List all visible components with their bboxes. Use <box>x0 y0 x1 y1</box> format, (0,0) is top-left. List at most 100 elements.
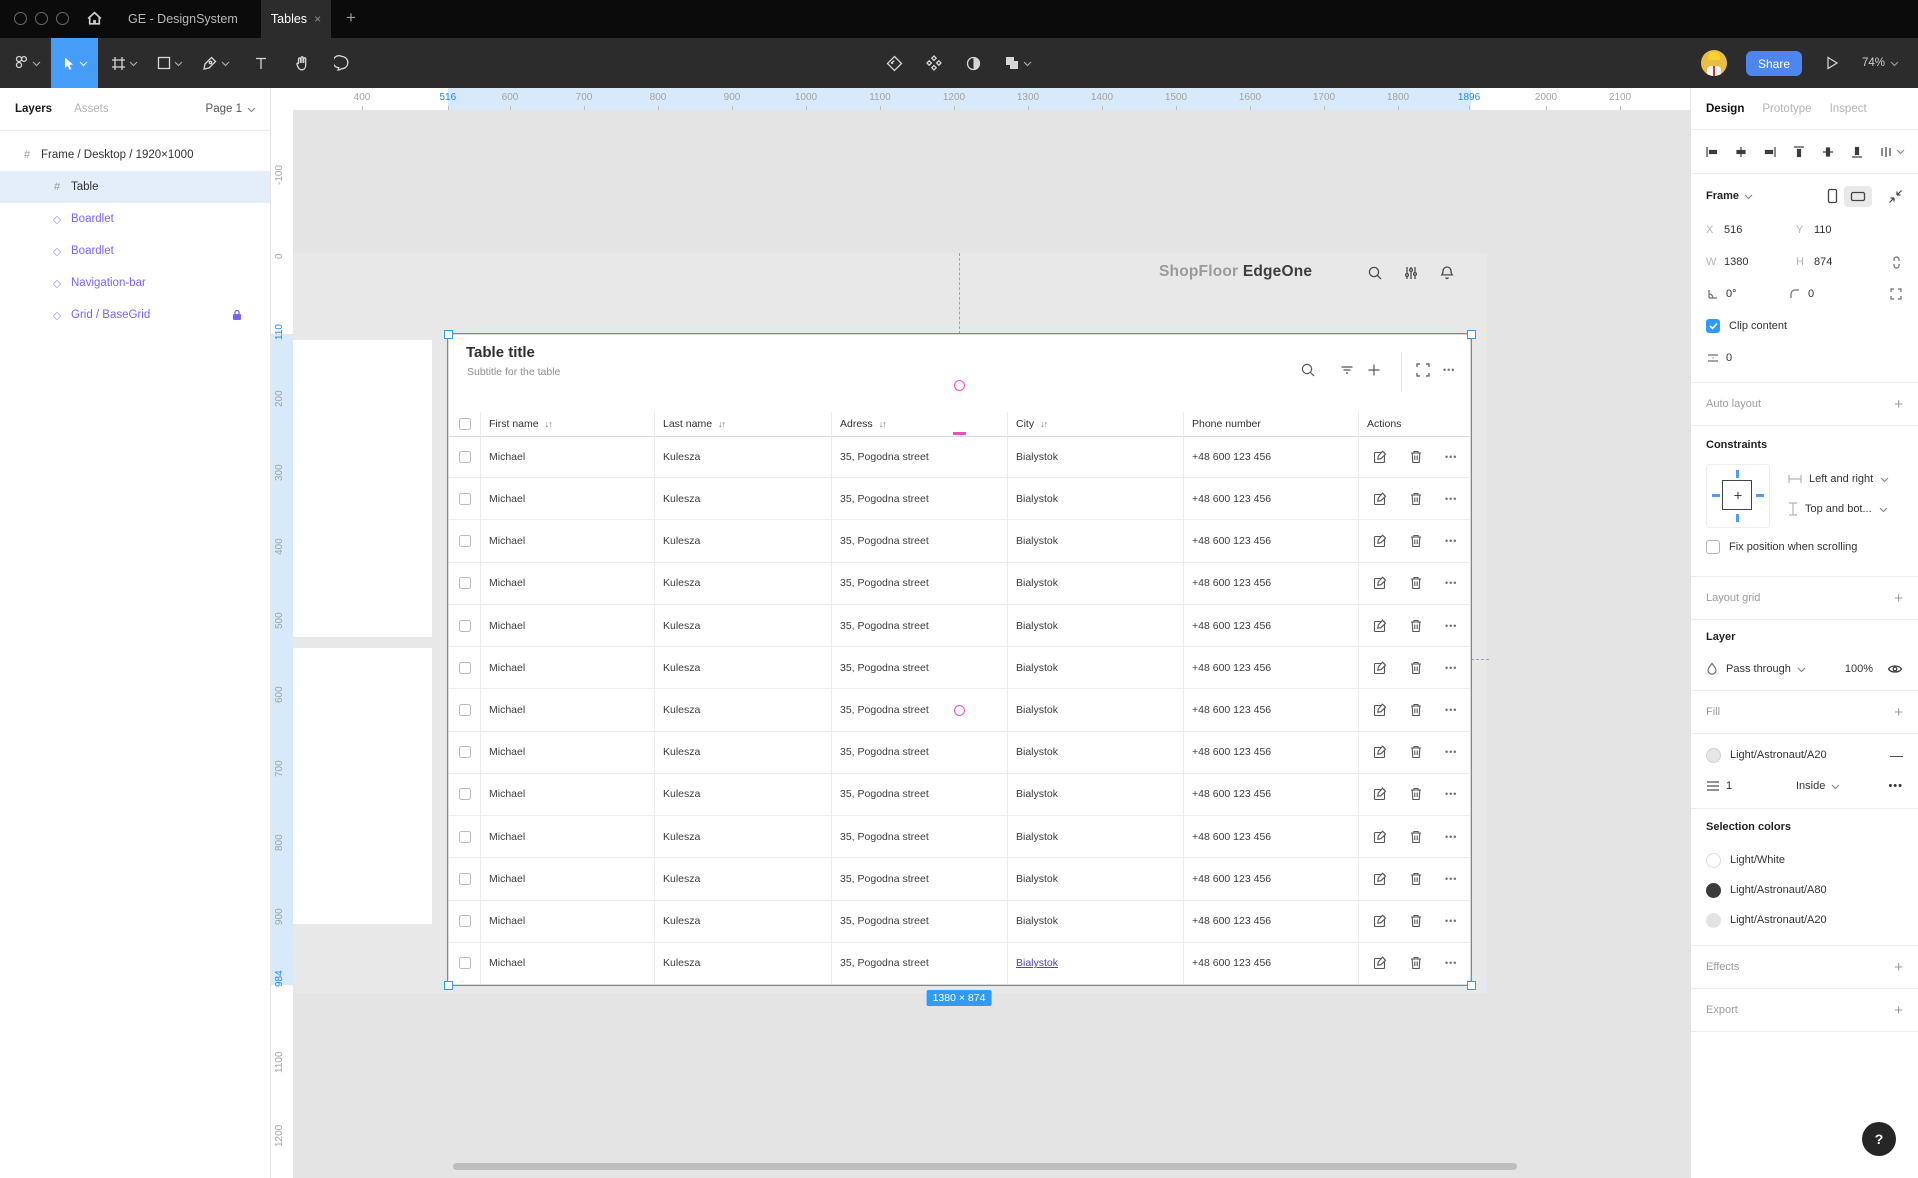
row-checkbox <box>449 901 481 942</box>
add-layout-grid-button[interactable]: + <box>1894 590 1903 607</box>
add-effect-button[interactable]: + <box>1894 959 1903 976</box>
selection-handle-top-right[interactable] <box>1467 330 1476 339</box>
opacity-input[interactable]: 100% <box>1845 663 1873 675</box>
y-input[interactable]: 110 <box>1814 224 1886 236</box>
tab-layers[interactable]: Layers <box>15 103 52 115</box>
layer-row[interactable]: # Table <box>0 171 270 203</box>
spacing-input[interactable]: 0 <box>1726 352 1798 364</box>
horizontal-ruler[interactable]: 4005166007008009001000110012001300140015… <box>271 88 1690 110</box>
tab-close-icon[interactable]: × <box>314 12 321 26</box>
share-button[interactable]: Share <box>1746 51 1802 76</box>
reset-instance-button[interactable] <box>878 38 910 88</box>
landscape-orientation-icon[interactable] <box>1844 186 1872 207</box>
window-close-button[interactable] <box>14 12 27 25</box>
fix-position-checkbox[interactable] <box>1706 540 1720 554</box>
add-export-button[interactable]: + <box>1894 1002 1903 1019</box>
stroke-width-input[interactable]: 1 <box>1726 780 1796 792</box>
figma-menu-button[interactable] <box>8 38 46 88</box>
align-bottom-icon[interactable] <box>1849 144 1865 160</box>
frame-tool-button[interactable] <box>106 38 142 88</box>
tab-assets[interactable]: Assets <box>74 103 109 115</box>
align-top-icon[interactable] <box>1791 144 1807 160</box>
new-tab-button[interactable]: + <box>338 0 364 38</box>
selection-color-row[interactable]: Light/White <box>1691 845 1918 875</box>
align-left-icon[interactable] <box>1704 144 1720 160</box>
remove-stroke-button[interactable]: — <box>1890 748 1903 763</box>
window-zoom-button[interactable] <box>56 12 69 25</box>
align-v-center-icon[interactable] <box>1820 144 1836 160</box>
corner-radius-input[interactable]: 0 <box>1808 288 1870 300</box>
add-fill-button[interactable]: + <box>1894 704 1903 721</box>
canvas[interactable]: ShopFloor EdgeOne Table title Subtitle f… <box>271 88 1690 1178</box>
page-selector[interactable]: Page 1 <box>206 103 256 115</box>
constraints-widget[interactable]: + <box>1706 464 1770 528</box>
horizontal-constraint-dropdown[interactable]: Left and right <box>1788 464 1889 494</box>
tab-design[interactable]: Design <box>1706 103 1744 115</box>
vertical-constraint-dropdown[interactable]: Top and bot... <box>1788 494 1889 524</box>
row-more-icon: ••• <box>1445 705 1457 715</box>
lock-icon[interactable] <box>232 309 242 321</box>
constrain-proportions-icon[interactable] <box>1890 255 1903 270</box>
frame-type-dropdown[interactable]: Frame <box>1706 190 1739 202</box>
selection-handle-bottom-left[interactable] <box>444 981 453 990</box>
tab-inspect[interactable]: Inspect <box>1830 103 1867 115</box>
boardlet-frame[interactable] <box>293 340 432 637</box>
portrait-orientation-icon[interactable] <box>1827 188 1838 204</box>
layer-row[interactable]: ◇ Grid / BaseGrid <box>0 299 270 331</box>
comment-tool-button[interactable] <box>326 38 358 88</box>
window-minimize-button[interactable] <box>35 12 48 25</box>
layer-row[interactable]: # Frame / Desktop / 1920×1000 <box>0 139 270 171</box>
avatar[interactable] <box>1701 50 1727 76</box>
align-h-center-icon[interactable] <box>1733 144 1749 160</box>
width-input[interactable]: 1380 <box>1724 256 1796 268</box>
stroke-color-name[interactable]: Light/Astronaut/A20 <box>1730 749 1827 761</box>
shape-tool-button[interactable] <box>152 38 188 88</box>
boardlet-frame[interactable] <box>293 648 432 924</box>
stroke-align-dropdown[interactable]: Inside <box>1796 780 1825 792</box>
move-tool-button[interactable] <box>51 38 98 88</box>
selection-handle-top-left[interactable] <box>444 330 453 339</box>
tab-prototype[interactable]: Prototype <box>1762 103 1811 115</box>
selection-color-row[interactable]: Light/Astronaut/A20 <box>1691 905 1918 935</box>
layer-row[interactable]: ◇ Boardlet <box>0 203 270 235</box>
cell-address: 35, Pogodna street <box>832 647 1008 688</box>
blend-mode-dropdown[interactable]: Pass through <box>1726 663 1791 675</box>
align-right-icon[interactable] <box>1762 144 1778 160</box>
add-auto-layout-button[interactable]: + <box>1894 396 1903 413</box>
selection-color-row[interactable]: Light/Astronaut/A80 <box>1691 875 1918 905</box>
ruler-tick-label: 400 <box>354 92 371 103</box>
ruler-tick-label: 300 <box>274 464 285 481</box>
shrink-to-fit-icon[interactable] <box>1888 189 1903 204</box>
cell-city: Bialystok <box>1008 563 1184 604</box>
boolean-operations-button[interactable] <box>996 38 1040 88</box>
layer-row[interactable]: ◇ Navigation-bar <box>0 267 270 299</box>
rotation-input[interactable]: 0° <box>1726 288 1788 300</box>
tab-ge-designsystem[interactable]: GE - DesignSystem <box>128 0 238 38</box>
hand-tool-button[interactable] <box>286 38 318 88</box>
independent-corners-icon[interactable] <box>1889 287 1903 301</box>
stroke-color-swatch[interactable] <box>1706 748 1721 763</box>
tab-tables[interactable]: Tables × <box>261 0 331 38</box>
height-input[interactable]: 874 <box>1814 256 1886 268</box>
use-as-mask-button[interactable] <box>957 38 989 88</box>
selection-handle-bottom-right[interactable] <box>1467 981 1476 990</box>
stroke-options-icon[interactable]: ••• <box>1888 780 1903 792</box>
layer-row[interactable]: ◇ Boardlet <box>0 235 270 267</box>
x-input[interactable]: 516 <box>1724 224 1796 236</box>
cell-phone: +48 600 123 456 <box>1184 605 1359 646</box>
create-component-button[interactable] <box>918 38 950 88</box>
present-button[interactable] <box>1824 55 1840 71</box>
visibility-eye-icon[interactable] <box>1887 663 1903 675</box>
tidy-up-icon[interactable] <box>1878 144 1905 160</box>
vertical-ruler[interactable]: -100011020030040050060070080090098411001… <box>271 110 293 1178</box>
help-button[interactable]: ? <box>1862 1122 1896 1156</box>
clip-content-checkbox[interactable] <box>1706 319 1720 333</box>
text-tool-button[interactable] <box>246 38 276 88</box>
horizontal-scrollbar[interactable] <box>453 1163 1517 1170</box>
ruler-tick-label: -100 <box>274 165 285 185</box>
table-frame[interactable]: Table title Subtitle for the table ••• F… <box>448 334 1471 985</box>
home-icon[interactable] <box>86 10 103 27</box>
cell-phone: +48 600 123 456 <box>1184 563 1359 604</box>
zoom-menu[interactable]: 74% <box>1862 38 1899 88</box>
pen-tool-button[interactable] <box>198 38 234 88</box>
